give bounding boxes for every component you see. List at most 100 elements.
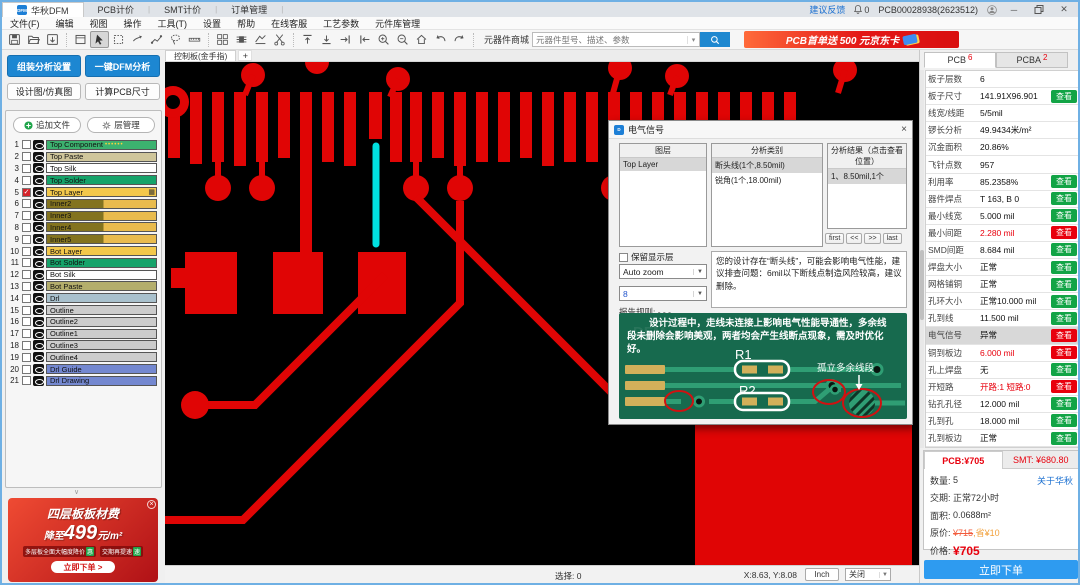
layer-row[interactable]: 2 ✓ Top Paste (8, 151, 159, 163)
layer-checkbox[interactable]: ✓ (22, 329, 31, 339)
price-tab-pcb[interactable]: PCB:¥705 (924, 451, 1003, 469)
layer-checkbox[interactable]: ✓ (22, 317, 31, 327)
layer-row[interactable]: 15 ✓ Outline (8, 304, 159, 316)
collapse-chevron-icon[interactable]: ∨ (74, 488, 79, 496)
layer-row[interactable]: 10 ✓ Bot Layer (8, 245, 159, 257)
visibility-eye-icon[interactable] (33, 340, 44, 351)
layer-color-band[interactable]: Inner4 (46, 222, 157, 233)
menu-item[interactable]: 在线客服 (263, 17, 315, 30)
visibility-eye-icon[interactable] (33, 364, 44, 375)
analysis-row[interactable]: SMD间距 8.684 mil 查看 (926, 242, 1078, 260)
document-tab[interactable]: 控制板(金手指) (165, 50, 237, 61)
view-button[interactable]: 查看 (1051, 311, 1077, 325)
analysis-row[interactable]: 最小线宽 5.000 mil 查看 (926, 208, 1078, 225)
close-button[interactable]: ✕ (1056, 4, 1072, 15)
analysis-row[interactable]: 开短路 开路:1 短路:0 查看 (926, 379, 1078, 396)
fit-home-icon[interactable] (412, 31, 431, 48)
layer-row[interactable]: 4 ✓ Top Solder (8, 174, 159, 186)
dialog-close-icon[interactable]: × (901, 124, 907, 135)
analysis-row[interactable]: 飞针点数 957 (926, 156, 1078, 174)
about-link[interactable]: 关于华秋 (1037, 474, 1073, 487)
layer-color-band[interactable]: Outline3 (46, 340, 157, 351)
layer-checkbox[interactable]: ✓ (22, 364, 31, 374)
tab-pcba[interactable]: PCBA 2 (996, 52, 1068, 68)
analysis-row[interactable]: 铜到板边 6.000 mil 查看 (926, 345, 1078, 362)
visibility-eye-icon[interactable] (33, 210, 44, 221)
layer-checkbox[interactable]: ✓ (22, 234, 31, 244)
calc-pcb-size-button[interactable]: 计算PCB尺寸 (85, 83, 160, 100)
layer-color-band[interactable]: Top Paste (46, 151, 157, 162)
layer-checkbox[interactable]: ✓ (22, 376, 31, 386)
nudge-right-icon[interactable] (336, 31, 355, 48)
layer-checkbox[interactable]: ✓ (22, 270, 31, 280)
layer-checkbox[interactable]: ✓ (22, 246, 31, 256)
pager-first-button[interactable]: first (825, 233, 845, 244)
ruler-icon[interactable] (185, 31, 204, 48)
layer-row[interactable]: 16 ✓ Outline2 (8, 316, 159, 328)
visibility-eye-icon[interactable] (33, 198, 44, 209)
menu-item[interactable]: 视图 (82, 17, 116, 30)
visibility-eye-icon[interactable] (33, 316, 44, 327)
layer-checkbox[interactable]: ✓ (22, 222, 31, 232)
dialog-title-bar[interactable]: D 电气信号 × (609, 121, 912, 139)
category-item[interactable]: 断头线(1个,8.50mil) (712, 158, 822, 173)
analysis-row[interactable]: 线宽/线距 5/5mil (926, 105, 1078, 123)
menu-item[interactable]: 操作 (116, 17, 150, 30)
view-button[interactable]: 查看 (1051, 328, 1077, 342)
visibility-eye-icon[interactable] (33, 305, 44, 316)
layer-color-band[interactable]: Drl Drawing (46, 375, 157, 386)
panelize-icon[interactable] (251, 31, 270, 48)
analysis-row[interactable]: 沉金面积 20.86% (926, 139, 1078, 157)
app-tab-smt-quote[interactable]: SMT计价 (150, 2, 215, 17)
export-icon[interactable] (43, 31, 62, 48)
analysis-row[interactable]: 利用率 85.2358% 查看 (926, 174, 1078, 191)
visibility-eye-icon[interactable] (33, 222, 44, 233)
view-button[interactable]: 查看 (1051, 414, 1077, 428)
layer-row[interactable]: 21 ✓ Drl Drawing (8, 375, 159, 387)
menu-item[interactable]: 工具(T) (150, 17, 196, 30)
pager-next-button[interactable]: >> (864, 233, 881, 244)
layer-row[interactable]: 3 ✓ Top Silk (8, 163, 159, 175)
drag-move-icon[interactable] (128, 31, 147, 48)
layer-color-band[interactable]: Outline1 (46, 328, 157, 339)
layer-checkbox[interactable]: ✓ (22, 175, 31, 185)
visibility-eye-icon[interactable] (33, 175, 44, 186)
analysis-row[interactable]: 电气信号 异常 查看 (926, 327, 1078, 345)
menu-item[interactable]: 设置 (195, 17, 229, 30)
array-grid-icon[interactable] (213, 31, 232, 48)
view-button[interactable]: 查看 (1051, 277, 1077, 291)
layer-checkbox[interactable]: ✓ (22, 199, 31, 209)
view-button[interactable]: 查看 (1051, 243, 1077, 257)
visibility-eye-icon[interactable] (33, 187, 44, 198)
layer-row[interactable]: 18 ✓ Outline3 (8, 340, 159, 352)
layer-row[interactable]: 6 ✓ Inner2 (8, 198, 159, 210)
visibility-eye-icon[interactable] (33, 293, 44, 304)
layer-color-band[interactable]: Outline2 (46, 316, 157, 327)
layer-row[interactable]: 17 ✓ Outline1 (8, 328, 159, 340)
place-order-button[interactable]: 立即下单 (924, 560, 1078, 579)
tab-pcb[interactable]: PCB 6 (924, 52, 996, 68)
layer-row[interactable]: 8 ✓ Inner4 (8, 222, 159, 234)
align-top-icon[interactable] (298, 31, 317, 48)
analysis-row[interactable]: 器件焊点 T 163, B 0 查看 (926, 191, 1078, 208)
unit-button[interactable]: Inch (805, 568, 839, 581)
layer-color-band[interactable]: Bot Solder (46, 257, 157, 268)
zoom-in-icon[interactable] (374, 31, 393, 48)
menu-item[interactable]: 文件(F) (2, 17, 48, 30)
layer-color-band[interactable]: Bot Paste (46, 281, 157, 292)
view-button[interactable]: 查看 (1051, 380, 1077, 394)
analysis-row[interactable]: 孔到孔 18.000 mil 查看 (926, 413, 1078, 430)
visibility-eye-icon[interactable] (33, 269, 44, 280)
view-button[interactable]: 查看 (1051, 89, 1077, 103)
undo-icon[interactable] (431, 31, 450, 48)
layer-row[interactable]: 19 ✓ Outline4 (8, 351, 159, 363)
menu-item[interactable]: 帮助 (229, 17, 263, 30)
lasso-select-icon[interactable] (166, 31, 185, 48)
ad-close-icon[interactable]: × (147, 500, 156, 509)
search-dropdown-caret-icon[interactable]: ▾ (687, 35, 699, 44)
redo-icon[interactable] (450, 31, 469, 48)
notification-bell[interactable]: 0 (854, 5, 869, 15)
layer-mgmt-button[interactable]: 层管理 (87, 117, 155, 133)
pager-last-button[interactable]: last (882, 233, 902, 244)
analysis-row[interactable]: 孔到板边 正常 查看 (926, 430, 1078, 448)
